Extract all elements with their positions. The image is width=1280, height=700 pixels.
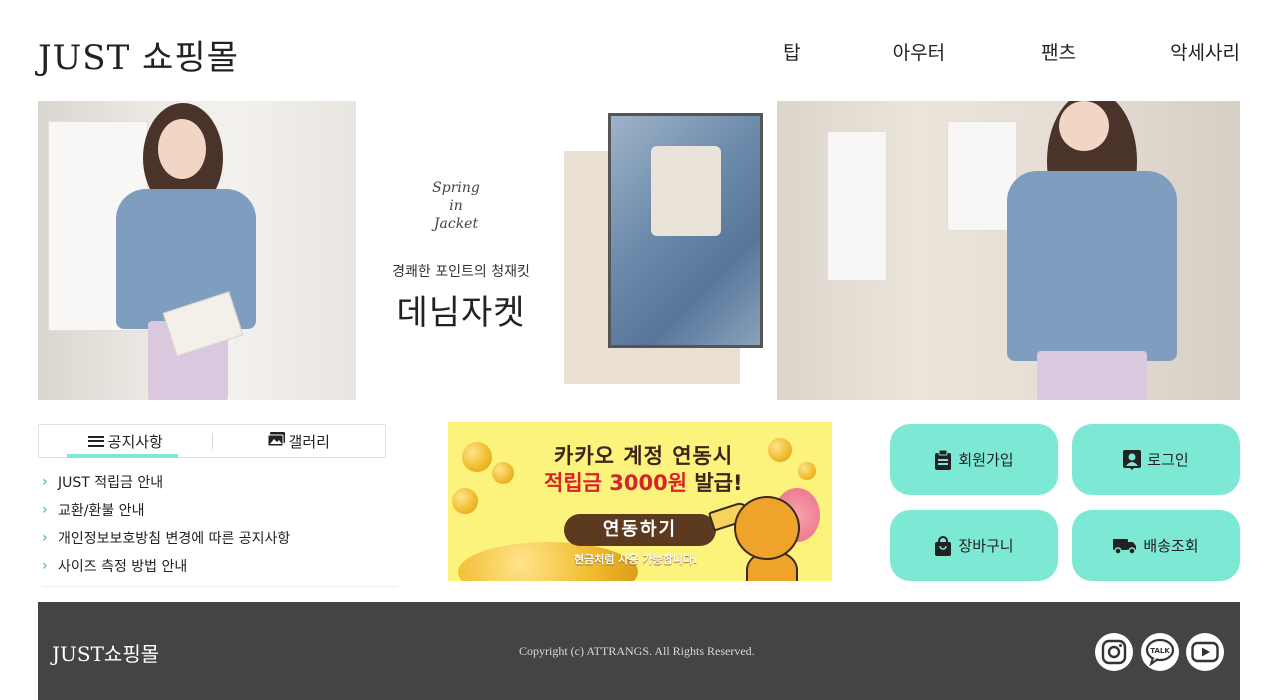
delivery-tracking-button[interactable]: 배송조회	[1072, 510, 1240, 581]
notice-item[interactable]: › 교환/환불 안내	[42, 496, 398, 524]
notice-item[interactable]: › 사이즈 측정 방법 안내	[42, 552, 398, 580]
hero-banner[interactable]: Spring in Jacket 경쾌한 포인트의 청재킷 데님자켓	[38, 101, 1240, 400]
chevron-right-icon: ›	[42, 558, 48, 574]
site-logo[interactable]: JUST 쇼핑몰	[38, 30, 239, 79]
cart-button[interactable]: 장바구니	[890, 510, 1058, 581]
nav-item-accessories[interactable]: 악세사리	[1170, 38, 1240, 65]
coin-decor	[798, 462, 816, 480]
chevron-right-icon: ›	[42, 530, 48, 546]
nav-item-outer[interactable]: 아우터	[893, 38, 945, 65]
notice-tabs: 공지사항 갤러리	[38, 424, 386, 458]
cart-label: 장바구니	[958, 537, 1014, 555]
connect-button[interactable]: 연동하기	[564, 514, 716, 546]
banner-subtitle: 경쾌한 포인트의 청재킷	[392, 264, 530, 280]
gallery-icon	[267, 432, 285, 450]
svg-text:TALK: TALK	[1150, 647, 1170, 655]
banner-center-panel: Spring in Jacket 경쾌한 포인트의 청재킷 데님자켓	[356, 101, 777, 400]
copyright-text: Copyright (c) ATTRANGS. All Rights Reser…	[519, 644, 755, 658]
shopping-bag-icon	[934, 535, 952, 556]
instagram-icon[interactable]	[1095, 633, 1133, 671]
denim-jacket-photo	[608, 113, 763, 348]
ryan-character	[734, 496, 800, 560]
coin-decor	[452, 488, 478, 514]
signup-label: 회원가입	[958, 451, 1014, 469]
notice-item[interactable]: › JUST 적립금 안내	[42, 468, 398, 496]
banner-title: 데님자켓	[396, 293, 526, 333]
tab-notice-label: 공지사항	[107, 432, 163, 451]
tab-gallery-label: 갤러리	[288, 432, 330, 451]
list-icon	[87, 435, 104, 447]
banner-photo-right	[777, 101, 1240, 400]
truck-icon	[1113, 537, 1137, 555]
model-figure-right	[1007, 101, 1207, 400]
chevron-right-icon: ›	[42, 474, 48, 490]
nav-item-top[interactable]: 탑	[783, 38, 800, 65]
kakaotalk-icon[interactable]: TALK	[1141, 633, 1179, 671]
door-decor	[827, 131, 887, 281]
tab-notice[interactable]: 공지사항	[39, 425, 212, 458]
notice-list: › JUST 적립금 안내 › 교환/환불 안내 › 개인정보보호방침 변경에 따른 …	[42, 468, 398, 587]
coin-decor	[462, 442, 492, 472]
kakao-promo-banner[interactable]: 카카오 계정 연동시 적립금 3000원 발급! 연동하기 현금처럼 사용 가능…	[448, 422, 832, 581]
footer-logo[interactable]: JUST쇼핑몰	[52, 638, 159, 667]
nav-item-pants[interactable]: 팬츠	[1041, 38, 1076, 65]
delivery-tracking-label: 배송조회	[1143, 537, 1199, 555]
tab-gallery[interactable]: 갤러리	[213, 425, 386, 457]
footer: JUST쇼핑몰 Copyright (c) ATTRANGS. All Righ…	[38, 602, 1240, 700]
chevron-right-icon: ›	[42, 502, 48, 518]
ad-note: 현금처럼 사용 가능합니다.	[574, 553, 698, 566]
ad-reward-text: 적립금 3000원 발급!	[544, 471, 743, 495]
coin-decor	[768, 438, 792, 462]
clipboard-icon	[934, 449, 952, 470]
notice-item[interactable]: › 개인정보보호방침 변경에 따른 공지사항	[42, 524, 398, 552]
banner-photo-left	[38, 101, 356, 400]
main-nav: 탑 아우터 팬츠 악세사리	[783, 38, 1240, 65]
banner-script-text: Spring in Jacket	[432, 180, 480, 232]
ad-headline: 카카오 계정 연동시	[554, 444, 734, 468]
login-label: 로그인	[1147, 451, 1189, 469]
model-figure	[98, 101, 298, 400]
user-badge-icon	[1123, 449, 1142, 470]
login-button[interactable]: 로그인	[1072, 424, 1240, 495]
coin-decor	[492, 462, 514, 484]
youtube-icon[interactable]	[1186, 633, 1224, 671]
signup-button[interactable]: 회원가입	[890, 424, 1058, 495]
